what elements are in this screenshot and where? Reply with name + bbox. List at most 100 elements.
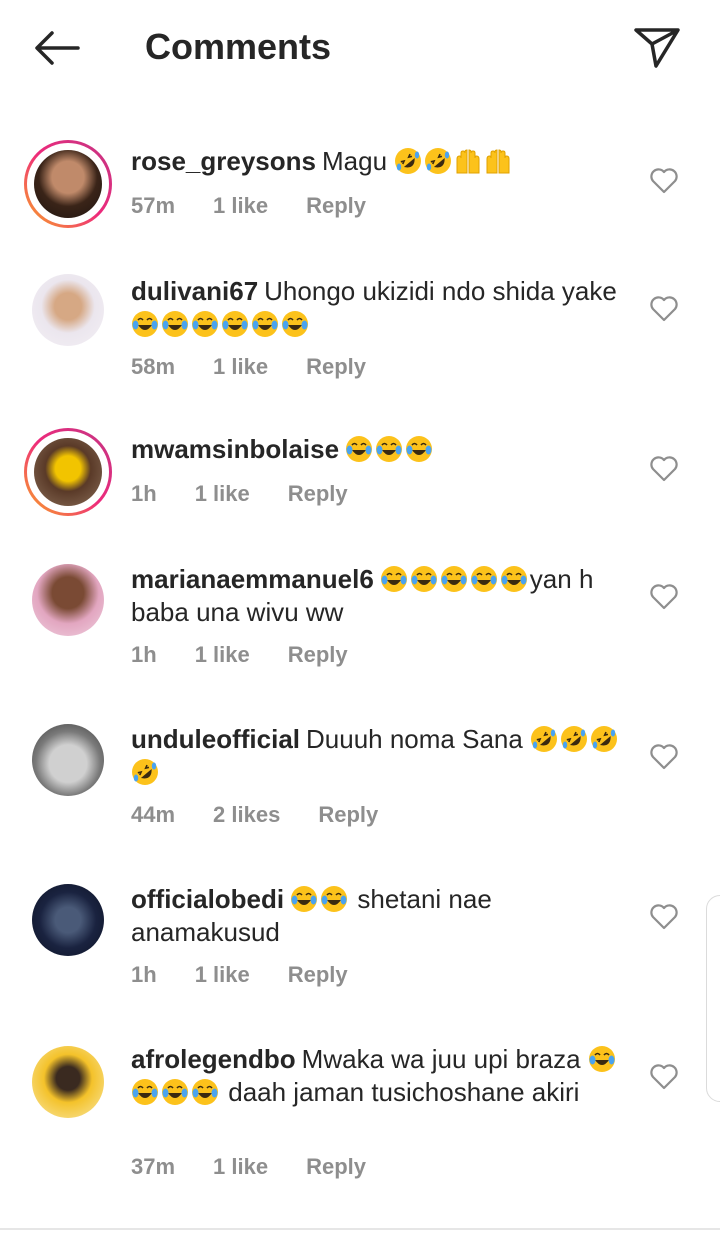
tears-of-joy-emoji-icon [162,311,188,337]
comment-text: rose_greysons Magu [131,145,621,178]
comment-username[interactable]: officialobedi [131,884,284,914]
comment-time: 44m [131,802,176,827]
comment-likes[interactable]: 1 like [213,193,268,218]
raised-hands-emoji-icon [456,149,480,174]
comment-time: 1h [131,642,157,667]
header: Comments [0,0,720,96]
comment-time: 37m [131,1154,176,1179]
tears-of-joy-emoji-icon [291,886,318,912]
comment-likes[interactable]: 1 like [213,1154,268,1179]
avatar-story-ring[interactable] [24,428,112,516]
comment-time: 1h [131,481,157,506]
tears-of-joy-emoji-icon [192,1079,218,1105]
heart-icon[interactable] [650,1064,678,1090]
tears-of-joy-emoji-icon [588,1046,615,1072]
reply-button[interactable]: Reply [306,193,366,218]
comment-meta: 1h 1 like Reply [131,962,386,988]
tears-of-joy-emoji-icon [222,311,248,337]
avatar [34,438,102,506]
comment-text: afrolegendbo Mwaka wa juu upi braza daah … [131,1043,621,1109]
heart-icon[interactable] [650,744,678,770]
comment-username[interactable]: marianaemmanuel6 [131,564,374,594]
tears-of-joy-emoji-icon [132,1079,158,1105]
comment-username[interactable]: dulivani67 [131,276,258,306]
comment-username[interactable]: afrolegendbo [131,1044,296,1074]
heart-icon[interactable] [650,904,678,930]
rofl-emoji-icon [132,759,158,785]
comment-meta: 1h 1 like Reply [131,642,386,668]
comment-text: dulivani67 Uhongo ukizidi ndo shida yake [131,275,621,341]
tears-of-joy-emoji-icon [470,566,497,592]
tears-of-joy-emoji-icon [252,311,278,337]
emoji-row [394,146,514,176]
rofl-emoji-icon [561,726,588,752]
comment-meta: 57m 1 like Reply [131,193,404,219]
tears-of-joy-emoji-icon [282,311,308,337]
raised-hands-emoji-icon [486,149,510,174]
heart-icon[interactable] [650,456,678,482]
comment-likes[interactable]: 1 like [195,962,250,987]
tears-of-joy-emoji-icon [380,566,407,592]
avatar [34,150,102,218]
tears-of-joy-emoji-icon [192,311,218,337]
comment-text: officialobedi shetani nae anamakusud [131,883,621,949]
rofl-emoji-icon [531,726,558,752]
reply-button[interactable]: Reply [288,642,348,667]
page-title: Comments [145,26,332,67]
comment-likes[interactable]: 1 like [213,354,268,379]
tears-of-joy-emoji-icon [440,566,467,592]
comment-time: 57m [131,193,176,218]
divider [0,1228,720,1230]
comment-username[interactable]: mwamsinbolaise [131,434,339,464]
avatar[interactable] [32,274,104,346]
comment-body-2: daah jaman tusichoshane akiri [228,1077,580,1107]
comment-meta: 58m 1 like Reply [131,354,404,380]
tears-of-joy-emoji-icon [500,566,527,592]
comment-body: Uhongo ukizidi ndo shida yake [264,276,617,306]
reply-button[interactable]: Reply [306,354,366,379]
reply-button[interactable]: Reply [306,1154,366,1179]
comment-time: 58m [131,354,176,379]
tears-of-joy-emoji-icon [162,1079,188,1105]
comment-username[interactable]: unduleofficial [131,724,300,754]
emoji-row [290,884,350,914]
rofl-emoji-icon [395,148,422,174]
comment-text: unduleofficial Duuuh noma Sana [131,723,621,789]
comment-meta: 37m 1 like Reply [131,1154,404,1180]
tears-of-joy-emoji-icon [406,436,433,462]
comment-body: Duuuh noma Sana [306,724,523,754]
avatar-story-ring[interactable] [24,140,112,228]
heart-icon[interactable] [650,584,678,610]
comment-meta: 1h 1 like Reply [131,481,386,507]
heart-icon[interactable] [650,168,678,194]
reply-button[interactable]: Reply [318,802,378,827]
comment-body: Mwaka wa juu upi braza [301,1044,581,1074]
comment-likes[interactable]: 1 like [195,642,250,667]
tears-of-joy-emoji-icon [376,436,403,462]
avatar[interactable] [32,884,104,956]
comment-body: Magu [321,146,388,176]
comment-likes[interactable]: 2 likes [213,802,280,827]
tears-of-joy-emoji-icon [346,436,373,462]
heart-icon[interactable] [650,296,678,322]
send-icon[interactable] [628,22,684,70]
comment-username[interactable]: rose_greysons [131,146,316,176]
emoji-row [345,434,435,464]
reply-button[interactable]: Reply [288,481,348,506]
reply-button[interactable]: Reply [288,962,348,987]
avatar[interactable] [32,564,104,636]
comment-likes[interactable]: 1 like [195,481,250,506]
avatar[interactable] [32,1046,104,1118]
emoji-row [380,564,530,594]
side-panel-edge[interactable] [706,895,720,1102]
emoji-row [131,309,311,339]
comment-time: 1h [131,962,157,987]
tears-of-joy-emoji-icon [132,311,158,337]
tears-of-joy-emoji-icon [410,566,437,592]
tears-of-joy-emoji-icon [321,886,348,912]
avatar[interactable] [32,724,104,796]
comment-meta: 44m 2 likes Reply [131,802,416,828]
back-arrow-icon[interactable] [28,24,84,72]
comment-text: marianaemmanuel6 yan h baba una wivu ww [131,563,621,629]
rofl-emoji-icon [425,148,452,174]
